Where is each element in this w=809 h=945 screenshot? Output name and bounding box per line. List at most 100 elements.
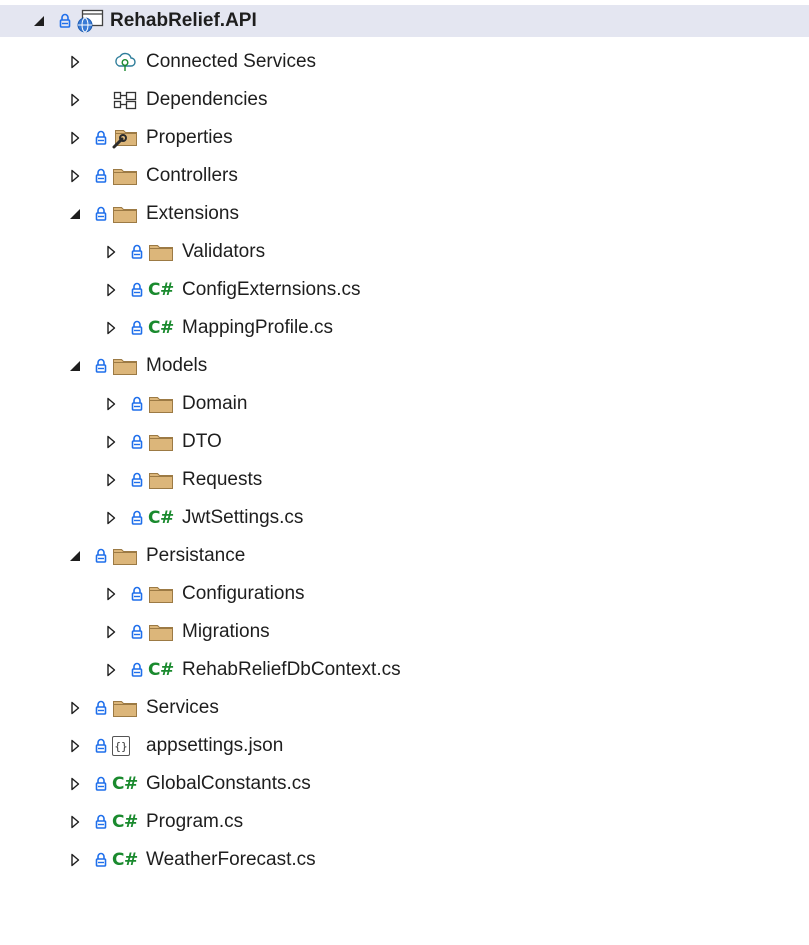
tree-item-program-cs[interactable]: C# Program.cs (0, 803, 809, 841)
collapsed-arrow-icon[interactable] (104, 280, 118, 300)
tree-item-models[interactable]: Models (0, 347, 809, 385)
tree-item-label: Configurations (182, 583, 305, 604)
lock-icon (94, 204, 108, 224)
tree-item-label: Migrations (182, 621, 270, 642)
csharp-file-icon: C# (148, 278, 176, 302)
collapsed-arrow-icon[interactable] (104, 432, 118, 452)
lock-icon (94, 736, 108, 756)
csharp-text: C# (148, 508, 174, 528)
lock-icon (94, 166, 108, 186)
lock-icon (130, 242, 144, 262)
lock-icon (58, 11, 72, 31)
tree-item-label: Models (146, 355, 208, 376)
csharp-text: C# (112, 774, 138, 794)
collapsed-arrow-icon[interactable] (104, 470, 118, 490)
tree-item-extensions[interactable]: Extensions (0, 195, 809, 233)
collapsed-arrow-icon[interactable] (104, 660, 118, 680)
lock-icon (130, 508, 144, 528)
folder-icon (112, 164, 140, 188)
tree-item-label: Connected Services (146, 51, 317, 72)
tree-item-label: appsettings.json (146, 735, 284, 756)
tree-item-label: RehabRelief.API (110, 10, 257, 31)
collapsed-arrow-icon[interactable] (68, 736, 82, 756)
folder-icon (112, 354, 140, 378)
lock-icon (94, 850, 108, 870)
lock-icon (130, 280, 144, 300)
collapsed-arrow-icon[interactable] (68, 90, 82, 110)
collapsed-arrow-icon[interactable] (68, 812, 82, 832)
lock-icon (94, 774, 108, 794)
tree-item-label: Dependencies (146, 89, 268, 110)
tree-item-rehabreliefdbcontext-cs[interactable]: C# RehabReliefDbContext.cs (0, 651, 809, 689)
tree-item-label: Controllers (146, 165, 238, 186)
lock-icon (130, 584, 144, 604)
tree-item-label: Extensions (146, 203, 239, 224)
csharp-file-icon: C# (148, 658, 176, 682)
tree-item-label: DTO (182, 431, 222, 452)
collapsed-arrow-icon[interactable] (104, 584, 118, 604)
collapsed-arrow-icon[interactable] (104, 242, 118, 262)
dependencies-icon (112, 88, 140, 112)
folder-icon (148, 430, 176, 454)
csharp-file-icon: C# (148, 506, 176, 530)
expanded-arrow-icon[interactable] (68, 546, 82, 566)
tree-item-migrations[interactable]: Migrations (0, 613, 809, 651)
tree-item-rehabrelief-api[interactable]: RehabRelief.API (0, 5, 809, 37)
tree-item-label: MappingProfile.cs (182, 317, 334, 338)
lock-icon (130, 470, 144, 490)
collapsed-arrow-icon[interactable] (68, 850, 82, 870)
tree-item-connected-services[interactable]: Connected Services (0, 43, 809, 81)
tree-item-configurations[interactable]: Configurations (0, 575, 809, 613)
tree-item-mappingprofile-cs[interactable]: C# MappingProfile.cs (0, 309, 809, 347)
tree-item-services[interactable]: Services (0, 689, 809, 727)
lock-icon (94, 128, 108, 148)
tree-item-persistance[interactable]: Persistance (0, 537, 809, 575)
collapsed-arrow-icon[interactable] (68, 52, 82, 72)
collapsed-arrow-icon[interactable] (68, 166, 82, 186)
tree-item-jwtsettings-cs[interactable]: C# JwtSettings.cs (0, 499, 809, 537)
lock-placeholder (94, 52, 108, 72)
csharp-file-icon: C# (112, 810, 140, 834)
csharp-file-icon: C# (148, 316, 176, 340)
csharp-text: C# (148, 318, 174, 338)
expanded-arrow-icon[interactable] (68, 204, 82, 224)
folder-icon (112, 544, 140, 568)
tree-item-properties[interactable]: Properties (0, 119, 809, 157)
tree-item-label: ConfigExternsions.cs (182, 279, 361, 300)
expanded-arrow-icon[interactable] (32, 11, 46, 31)
expanded-arrow-icon[interactable] (68, 356, 82, 376)
folder-icon (148, 240, 176, 264)
tree-item-dto[interactable]: DTO (0, 423, 809, 461)
tree-item-appsettings-json[interactable]: {} appsettings.json (0, 727, 809, 765)
lock-icon (130, 660, 144, 680)
collapsed-arrow-icon[interactable] (104, 622, 118, 642)
collapsed-arrow-icon[interactable] (68, 128, 82, 148)
collapsed-arrow-icon[interactable] (68, 774, 82, 794)
collapsed-arrow-icon[interactable] (68, 698, 82, 718)
tree-item-controllers[interactable]: Controllers (0, 157, 809, 195)
lock-placeholder (94, 90, 108, 110)
tree-item-requests[interactable]: Requests (0, 461, 809, 499)
lock-icon (130, 394, 144, 414)
tree-item-label: Services (146, 697, 219, 718)
solution-explorer-tree: RehabRelief.API Connected Services Depende… (0, 0, 809, 945)
properties-folder-icon (112, 126, 140, 150)
tree-item-label: Program.cs (146, 811, 244, 832)
tree-item-validators[interactable]: Validators (0, 233, 809, 271)
tree-item-domain[interactable]: Domain (0, 385, 809, 423)
tree-item-weatherforecast-cs[interactable]: C# WeatherForecast.cs (0, 841, 809, 879)
csharp-file-icon: C# (112, 772, 140, 796)
csharp-text: C# (148, 280, 174, 300)
folder-icon (148, 620, 176, 644)
tree-item-label: WeatherForecast.cs (146, 849, 316, 870)
tree-item-configexternsions-cs[interactable]: C# ConfigExternsions.cs (0, 271, 809, 309)
tree-item-label: RehabReliefDbContext.cs (182, 659, 401, 680)
collapsed-arrow-icon[interactable] (104, 508, 118, 528)
collapsed-arrow-icon[interactable] (104, 394, 118, 414)
json-brace-text: {} (112, 736, 130, 756)
collapsed-arrow-icon[interactable] (104, 318, 118, 338)
csharp-text: C# (112, 850, 138, 870)
tree-item-dependencies[interactable]: Dependencies (0, 81, 809, 119)
tree-item-globalconstants-cs[interactable]: C# GlobalConstants.cs (0, 765, 809, 803)
web-project-icon (76, 9, 104, 33)
